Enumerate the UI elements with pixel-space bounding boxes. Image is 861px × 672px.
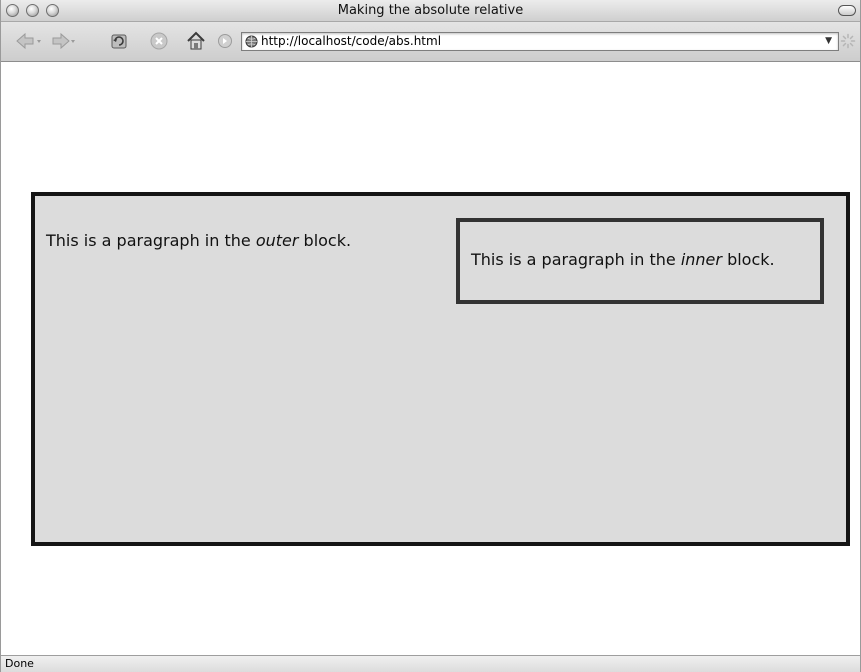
back-button[interactable] (15, 30, 43, 52)
navigation-toolbar: http://localhost/code/abs.html ▼ (1, 22, 860, 62)
home-icon (187, 31, 205, 50)
outer-emphasis: outer (255, 231, 299, 250)
inner-text-after: block. (721, 250, 775, 269)
outer-block: This is a paragraph in the outer block. … (31, 192, 850, 546)
reload-icon (111, 34, 127, 49)
inner-block: This is a paragraph in the inner block. (456, 218, 824, 304)
throbber-icon (840, 33, 856, 49)
forward-arrow-icon (52, 32, 75, 50)
forward-button[interactable] (49, 30, 77, 52)
back-arrow-icon (16, 32, 41, 50)
inner-paragraph: This is a paragraph in the inner block. (471, 250, 775, 269)
status-bar: Done (1, 655, 860, 672)
title-bar: Making the absolute relative (1, 0, 860, 22)
url-text[interactable]: http://localhost/code/abs.html (261, 34, 441, 48)
inner-emphasis: inner (680, 250, 722, 269)
go-button[interactable] (215, 30, 235, 52)
inner-text-before: This is a paragraph in the (471, 250, 681, 269)
toolbar-toggle-button[interactable] (838, 5, 856, 16)
home-button[interactable] (184, 30, 208, 52)
status-text: Done (5, 657, 34, 670)
browser-window: Making the absolute relative http://loca… (0, 0, 861, 672)
globe-icon (245, 35, 258, 48)
stop-button[interactable] (147, 30, 171, 52)
reload-button[interactable] (107, 30, 131, 52)
stop-icon (150, 32, 168, 50)
page-content: This is a paragraph in the outer block. … (2, 63, 860, 655)
outer-text-before: This is a paragraph in the (46, 231, 256, 250)
outer-text-after: block. (298, 231, 352, 250)
outer-paragraph: This is a paragraph in the outer block. (46, 231, 351, 250)
go-icon (218, 34, 232, 48)
address-bar[interactable]: http://localhost/code/abs.html ▼ (241, 32, 839, 51)
window-title: Making the absolute relative (337, 3, 524, 18)
dropdown-arrow-icon[interactable]: ▼ (825, 36, 832, 46)
